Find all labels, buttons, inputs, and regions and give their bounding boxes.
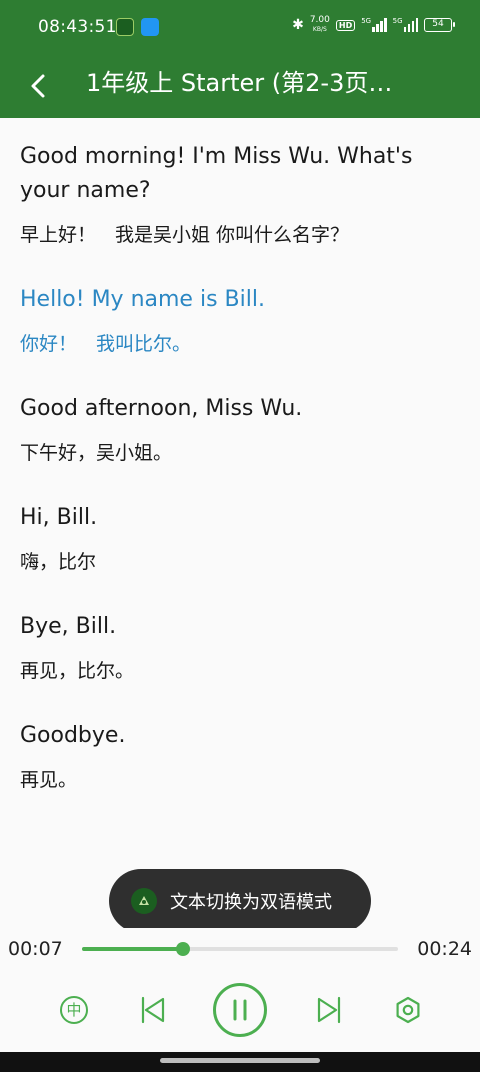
transcript-item[interactable]: Hi, Bill. 嗨，比尔 [20,501,460,576]
pause-button[interactable] [212,982,268,1038]
chinese-translation: 早上好！ 我是吴小姐 你叫什么名字？ [20,224,350,246]
english-sentence: Hi, Bill. [20,505,98,530]
chinese-translation: 下午好，吴小姐。 [20,442,173,464]
battery-icon: 54 [424,18,455,32]
system-navigation-bar [0,1052,480,1072]
network-speed: 7.00 KB/S [310,16,330,34]
progress-fill [82,947,184,951]
status-bar: 08:43:51 ✱ 7.00 KB/S HD 5G 5G 54 [0,0,480,56]
english-sentence: Bye, Bill. [20,614,117,639]
pause-icon [213,983,267,1037]
total-time: 00:24 [417,938,472,960]
chinese-toggle-label: 中 [66,1001,82,1019]
home-gesture-handle[interactable] [160,1058,320,1063]
network-speed-value: 7.00 [309,15,330,25]
progress-thumb[interactable] [176,942,191,956]
settings-hexagon-icon [396,996,420,1024]
signal-2-label: 5G [392,17,403,25]
status-time: 08:43:51 [38,17,117,37]
chinese-translation: 再见，比尔。 [20,660,135,682]
transcript-item[interactable]: Good morning! I'm Miss Wu. What's your n… [20,140,460,249]
signal-icon-2: 5G [393,18,418,32]
transcript-item[interactable]: Good afternoon, Miss Wu. 下午好，吴小姐。 [20,392,460,467]
app-notification-icon [116,18,134,36]
toast-message: 文本切换为双语模式 [109,869,371,933]
english-sentence: Hello! My name is Bill. [20,287,265,312]
settings-button[interactable] [388,986,428,1034]
chinese-translation: 你好！ 我叫比尔。 [20,333,192,355]
progress-slider[interactable] [82,942,398,956]
english-sentence: Good morning! I'm Miss Wu. What's your n… [20,144,413,203]
english-sentence: Good afternoon, Miss Wu. [20,396,303,421]
next-button[interactable] [310,986,350,1034]
location-notification-icon [141,18,159,36]
skip-previous-icon [141,996,165,1024]
signal-1-label: 5G [361,17,372,25]
transcript-item[interactable]: Goodbye. 再见。 [20,719,460,794]
chinese-translation: 再见。 [20,769,78,791]
app-bar: 1年级上 Starter (第2-3页… [0,56,480,118]
skip-next-icon [317,996,341,1024]
app-logo-icon [131,888,157,914]
audio-player: 00:07 00:24 中 [0,928,480,1052]
current-time: 00:07 [8,938,63,960]
signal-icon-1: 5G [361,17,387,32]
hd-voice-icon: HD [335,19,356,31]
chinese-translation: 嗨，比尔 [20,551,97,573]
chinese-toggle-button[interactable]: 中 [56,986,92,1034]
network-speed-unit: KB/S [312,26,327,33]
back-arrow-icon [31,74,45,98]
previous-button[interactable] [132,986,172,1034]
transcript-item[interactable]: Hello! My name is Bill. 你好！ 我叫比尔。 [20,283,460,358]
transcript-list[interactable]: Good morning! I'm Miss Wu. What's your n… [0,118,480,928]
back-button[interactable] [22,66,62,106]
page-title: 1年级上 Starter (第2-3页… [86,69,393,97]
english-sentence: Goodbye. [20,723,126,748]
transcript-item[interactable]: Bye, Bill. 再见，比尔。 [20,610,460,685]
bluetooth-icon: ✱ [292,17,304,33]
toast-text: 文本切换为双语模式 [170,892,332,913]
